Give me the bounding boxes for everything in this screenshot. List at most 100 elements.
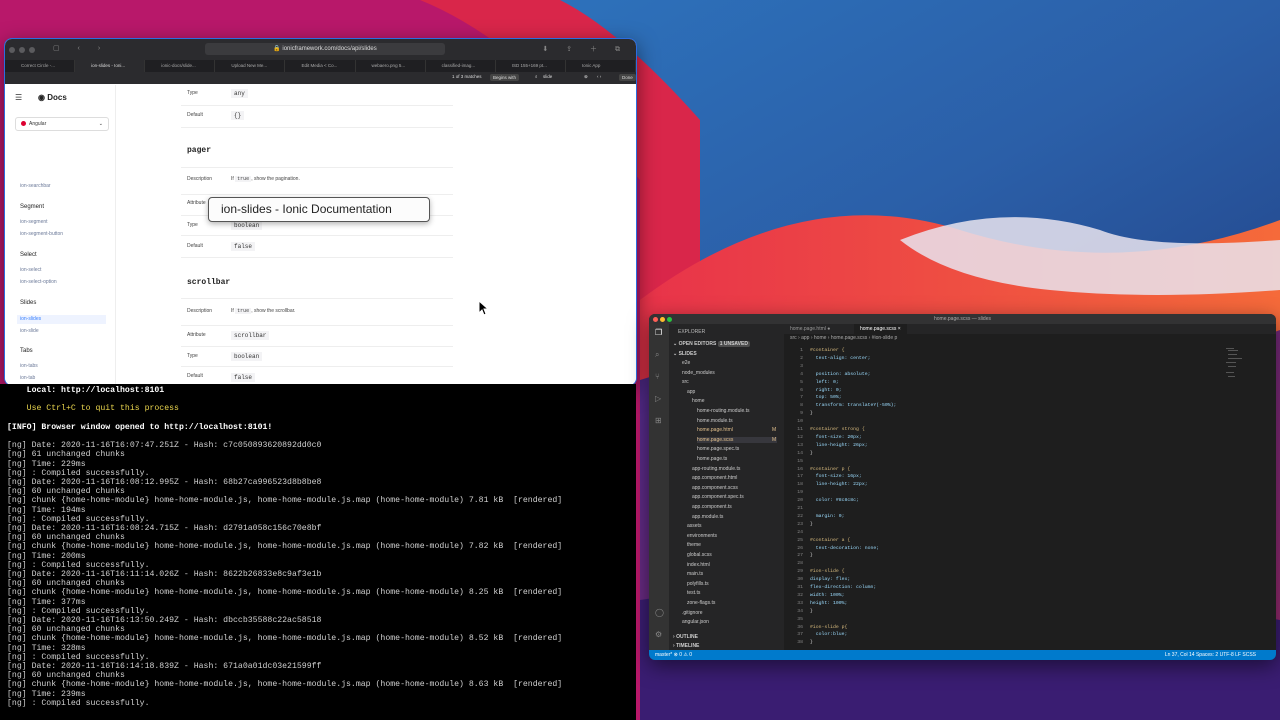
browser-tab[interactable]: Ionic App — [566, 60, 636, 72]
sidebar-item[interactable]: ion-select-option — [20, 279, 57, 285]
default-value: {} — [231, 111, 245, 120]
explorer-file-item[interactable]: node_modules — [682, 370, 715, 376]
status-left[interactable]: master* ⊗ 0 ⚠ 0 — [655, 650, 692, 660]
explorer-file-item[interactable]: home.page.scss M — [697, 436, 777, 443]
sidebar-item[interactable]: ion-slide — [20, 328, 39, 334]
menu-icon[interactable]: ☰ — [15, 93, 22, 102]
source-control-icon[interactable]: ⑂ — [655, 372, 660, 381]
line-number: 2 — [800, 355, 803, 361]
sidebar-item[interactable]: ion-tabs — [20, 363, 38, 369]
browser-tab[interactable]: Upload New Me... — [215, 60, 286, 72]
tab-label: home.page.scss — [860, 326, 897, 332]
zoom-window-button[interactable] — [667, 317, 672, 322]
file-label: main.ts — [687, 571, 704, 578]
explorer-file-item[interactable]: e2e — [682, 360, 690, 366]
browser-tab[interactable]: Edit Media < Co... — [285, 60, 356, 72]
outline-header[interactable]: › OUTLINE — [673, 634, 698, 640]
line-number: 31 — [797, 585, 803, 590]
tab-home-page-html[interactable]: home.page.html ● — [784, 324, 836, 334]
sidebar-item[interactable]: ion-segment — [20, 219, 48, 225]
browser-tab[interactable]: ionic-docs/slide... — [145, 60, 216, 72]
terminal-line: [ng] chunk {home-home-module} home-home-… — [7, 588, 563, 598]
debug-icon[interactable]: ▷ — [655, 394, 661, 403]
explorer-file-item[interactable]: home.page.html M — [697, 427, 776, 433]
explorer-file-item[interactable]: polyfills.ts — [687, 581, 709, 587]
terminal-window[interactable]: Local: http://localhost:8101 Use Ctrl+C … — [0, 384, 636, 720]
minimize-window-button[interactable] — [19, 46, 25, 53]
code-text: } — [810, 640, 813, 646]
browser-tab[interactable]: classified-imag... — [426, 60, 496, 72]
address-bar[interactable]: 🔒 ionicframework.com/docs/api/slides — [205, 43, 445, 55]
prop-heading-scrollbar: scrollbar — [187, 278, 231, 287]
terminal-line: [ng] : Compiled successfully. — [7, 698, 150, 708]
open-editors-header[interactable]: ⌄ OPEN EDITORS 1 UNSAVED — [673, 341, 750, 347]
zoom-window-button[interactable] — [29, 46, 35, 53]
logo-text: Docs — [47, 93, 67, 102]
find-input[interactable]: slide — [543, 74, 552, 79]
explorer-file-item[interactable]: test.ts — [687, 590, 700, 596]
sidebar-item[interactable]: ion-segment-button — [20, 231, 63, 237]
explorer-file-item[interactable]: global.scss — [687, 552, 712, 558]
explorer-file-item[interactable]: app.component.scss — [692, 485, 738, 491]
status-right[interactable]: Ln 37, Col 14 Spaces: 2 UTF-8 LF SCSS — [1165, 650, 1256, 660]
modified-badge: M — [772, 427, 777, 434]
extensions-icon[interactable]: ⊞ — [655, 416, 662, 425]
nav-back-forward-icons[interactable]: ▢ ‹ › — [53, 44, 108, 52]
account-icon[interactable]: ◯ — [655, 608, 664, 617]
explorer-file-item[interactable]: home-routing.module.ts — [697, 408, 750, 414]
explorer-file-item[interactable]: app.module.ts — [692, 514, 723, 520]
browser-tab[interactable]: ISD 155+169 pt... — [496, 60, 566, 72]
terminal-line: [ng] Time: 194ms — [7, 505, 86, 515]
explorer-file-item[interactable]: app.component.html — [692, 475, 737, 481]
explorer-file-item[interactable]: home.page.ts — [697, 456, 727, 462]
explorer-file-item[interactable]: index.html — [687, 562, 710, 568]
browser-tab-bar: Correct Circle -... ion-slides - Ioni... i… — [5, 60, 636, 72]
explorer-file-item[interactable]: main.ts — [687, 571, 703, 577]
close-window-button[interactable] — [653, 317, 658, 322]
explorer-file-item[interactable]: assets — [687, 523, 701, 529]
explorer-file-item[interactable]: home.page.spec.ts — [697, 446, 739, 452]
line-number: 33 — [797, 600, 803, 606]
explorer-file-item[interactable]: angular.json — [682, 619, 709, 625]
window-title: home.page.scss — slides — [934, 316, 991, 322]
sidebar-item[interactable]: ion-select — [20, 267, 41, 273]
close-window-button[interactable] — [9, 46, 15, 53]
toolbar-right-icons[interactable]: ⬇ ⇪ ＋ ⧉ — [542, 44, 628, 54]
explorer-file-item[interactable]: app — [687, 389, 695, 395]
explorer-file-item[interactable]: app.component.ts — [692, 504, 732, 510]
gear-icon[interactable]: ⚙ — [655, 630, 662, 639]
explorer-file-item[interactable]: environments — [687, 533, 717, 539]
editor-area[interactable]: home.page.html ● home.page.scss × src › … — [784, 324, 1276, 650]
explorer-file-item[interactable]: src — [682, 379, 689, 385]
docs-logo[interactable]: ◉ Docs — [38, 93, 67, 102]
project-header[interactable]: ⌄ SLIDES — [673, 351, 697, 357]
browser-tab[interactable]: webaero.png 5... — [356, 60, 426, 72]
explorer-file-item[interactable]: theme — [687, 542, 701, 548]
sidebar-item[interactable]: ion-tab — [20, 375, 35, 381]
breadcrumb[interactable]: src › app › home › home.page.scss › #ion… — [790, 335, 897, 341]
code-text: } — [810, 521, 813, 527]
browser-tab[interactable]: Correct Circle -... — [5, 60, 76, 72]
find-clear-icon[interactable]: ⊗ — [584, 74, 588, 80]
terminal-line: [ng] Time: 200ms — [7, 551, 86, 561]
explorer-file-item[interactable]: home.module.ts — [697, 418, 733, 424]
files-icon[interactable]: ❐ — [655, 328, 662, 337]
framework-select[interactable]: Angular ⌄ — [15, 117, 109, 131]
explorer-file-item[interactable]: zone-flags.ts — [687, 600, 715, 606]
code-text: height: 100%; — [810, 600, 848, 606]
minimap[interactable] — [1226, 348, 1266, 408]
find-mode-select[interactable]: Begins with — [490, 74, 520, 81]
browser-tab[interactable]: ion-slides - Ioni... — [75, 60, 146, 72]
sidebar-item[interactable]: ion-searchbar — [20, 183, 51, 189]
explorer-file-item[interactable]: home — [692, 398, 705, 404]
search-icon[interactable]: ⌕ — [655, 350, 659, 360]
tab-home-page-scss[interactable]: home.page.scss × — [854, 324, 907, 334]
explorer-file-item[interactable]: .gitignore — [682, 610, 703, 616]
explorer-file-item[interactable]: app.component.spec.ts — [692, 494, 744, 500]
sidebar-item[interactable]: ion-slides — [17, 315, 106, 324]
minimize-window-button[interactable] — [660, 317, 665, 322]
find-done-button[interactable]: Done — [619, 74, 636, 81]
explorer-file-item[interactable]: app-routing.module.ts — [692, 466, 740, 472]
find-prev-next-buttons[interactable]: ‹ › — [597, 74, 601, 79]
timeline-header[interactable]: › TIMELINE — [673, 643, 699, 649]
